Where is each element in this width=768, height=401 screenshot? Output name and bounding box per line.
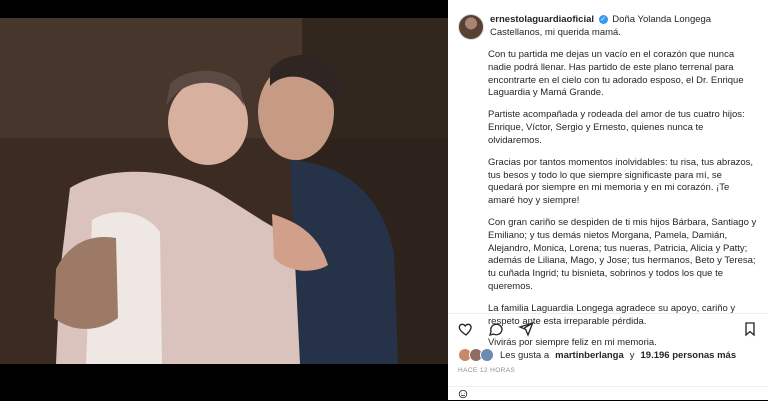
likes-connector: y (629, 349, 635, 361)
heart-icon[interactable] (458, 321, 474, 337)
caption-paragraph-2: Partiste acompañada y rodeada del amor d… (488, 109, 745, 146)
caption-header: ernestolaguardiaoficial ✓ Doña Yolanda L… (458, 14, 758, 40)
verified-badge-icon: ✓ (598, 14, 608, 24)
post-timestamp: HACE 12 HORAS (458, 367, 516, 374)
photo-illustration (0, 18, 448, 364)
post-photo (0, 18, 448, 364)
share-icon[interactable] (518, 321, 534, 337)
comment-bar (448, 386, 768, 401)
liker-avatar (480, 348, 494, 362)
comment-icon[interactable] (488, 321, 504, 337)
caption-paragraph-4: Con gran cariño se despiden de ti mis hi… (488, 216, 757, 292)
username[interactable]: ernestolaguardiaoficial (490, 14, 594, 25)
user-avatar[interactable] (458, 14, 484, 40)
section-divider (448, 313, 768, 314)
post-actions (458, 320, 758, 338)
liker-avatars (458, 348, 494, 362)
likes-prefix: Les gusta a (500, 349, 550, 361)
caption-area: ernestolaguardiaoficial ✓ Doña Yolanda L… (458, 14, 758, 350)
bookmark-icon[interactable] (742, 321, 758, 337)
caption-paragraph-3: Gracias por tantos momentos inolvidables… (488, 156, 754, 207)
post-side-panel: ernestolaguardiaoficial ✓ Doña Yolanda L… (448, 0, 768, 400)
liker-username[interactable]: martinberlanga (555, 350, 624, 361)
likes-summary: Les gusta a martinberlanga y 19.196 pers… (458, 348, 736, 362)
caption-lead: ernestolaguardiaoficial ✓ Doña Yolanda L… (490, 14, 758, 40)
emoji-icon[interactable] (458, 389, 468, 399)
caption-paragraph-1: Con tu partida me dejas un vacío en el c… (488, 49, 744, 99)
likes-count[interactable]: 19.196 personas más (641, 350, 737, 361)
